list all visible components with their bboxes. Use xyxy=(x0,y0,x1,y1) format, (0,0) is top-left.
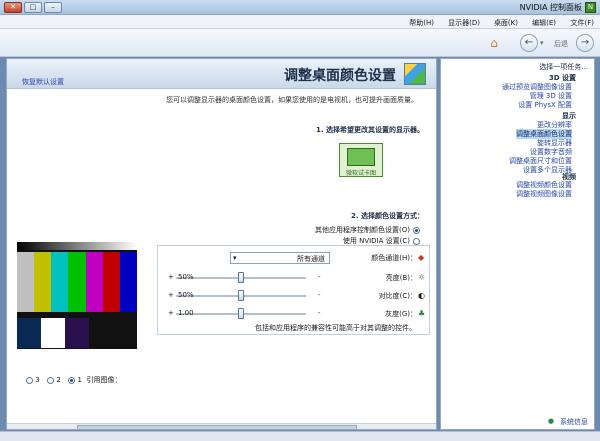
gamma-minus: - xyxy=(318,309,321,317)
system-info-link[interactable]: 系统信息 xyxy=(560,417,588,427)
radio-other-label: 其他应用程序控制颜色设置(O) xyxy=(315,226,410,234)
radio-nvidia-label: 使用 NVIDIA 设置(C) xyxy=(342,237,410,245)
contrast-icon: ◐ xyxy=(418,291,425,300)
color-settings-icon xyxy=(404,63,426,85)
gamma-plus: + xyxy=(168,309,174,317)
scroll-thumb[interactable] xyxy=(77,425,357,429)
channel-label: 颜色通道(H)： xyxy=(371,254,417,262)
color-bar xyxy=(34,252,52,312)
channel-select[interactable]: ▾ 所有通道 xyxy=(230,252,330,264)
reference-image-selector: 3 2 1 引用图像： xyxy=(23,375,121,385)
brightness-minus: - xyxy=(318,273,321,281)
contrast-label: 对比度(C)： xyxy=(378,292,417,300)
menu-desktop[interactable]: 桌面(K) xyxy=(494,18,518,28)
menu-help[interactable]: 帮助(H) xyxy=(409,18,434,28)
contrast-slider[interactable] xyxy=(176,290,306,301)
brightness-thumb[interactable] xyxy=(238,272,244,283)
title-bar: ✕ □ – NVIDIA 控制面板 N xyxy=(0,0,600,15)
gamma-icon: ♣ xyxy=(418,309,426,318)
chevron-down-icon: ▾ xyxy=(233,254,237,262)
page-header: 恢复默认设置 调整桌面颜色设置 xyxy=(7,59,436,89)
channel-value: 所有通道 xyxy=(297,255,325,263)
section-2-title: 2. 选择颜色设置方式： xyxy=(351,212,424,220)
color-bar xyxy=(85,252,103,312)
ref-radio-3[interactable] xyxy=(26,376,33,384)
restore-defaults-link[interactable]: 恢复默认设置 xyxy=(22,77,64,87)
compat-note: 包括和应用程序的兼容性可能高于对其调整的控件。 xyxy=(255,324,416,332)
bottom-patches xyxy=(17,318,137,348)
radio-nvidia-dot[interactable] xyxy=(413,237,420,245)
section-1-title: 1. 选择希望更改其设置的显示器。 xyxy=(316,126,424,134)
color-bar xyxy=(102,252,120,312)
gamma-label: 灰度(G)： xyxy=(385,310,417,318)
brightness-value: 50% xyxy=(178,273,194,281)
minimize-button[interactable]: – xyxy=(44,2,62,13)
color-bar xyxy=(68,252,86,312)
menu-file[interactable]: 文件(F) xyxy=(571,18,595,28)
menu-display[interactable]: 显示器(D) xyxy=(448,18,480,28)
back-label[interactable]: 后退 xyxy=(554,39,568,49)
sidebar-heading: 选择一项任务... xyxy=(539,63,588,71)
home-icon[interactable]: ⌂ xyxy=(486,35,502,51)
color-bar xyxy=(119,252,137,312)
ref-label-1: 1 xyxy=(77,376,83,384)
ref-radio-2[interactable] xyxy=(47,376,55,384)
gamma-value: 1.00 xyxy=(178,309,194,317)
nvidia-logo-icon: N xyxy=(585,2,596,13)
forward-button[interactable]: → xyxy=(576,34,594,52)
contrast-thumb[interactable] xyxy=(238,290,244,301)
brightness-icon: ☼ xyxy=(418,273,426,282)
sidebar-item-video-image[interactable]: 调整视频图像设置 xyxy=(516,189,572,199)
gradient-strip xyxy=(17,242,137,250)
radio-other-apps[interactable]: 其他应用程序控制颜色设置(O) xyxy=(315,225,420,235)
ref-label-3: 3 xyxy=(35,376,40,384)
reference-label: 引用图像： xyxy=(86,376,122,384)
contrast-value: 50% xyxy=(178,291,194,299)
ref-radio-1[interactable] xyxy=(68,376,76,384)
monitor-icon xyxy=(347,148,375,166)
system-info-icon: ● xyxy=(547,417,554,425)
color-bar xyxy=(51,252,69,312)
display-name: 微软试卡图 xyxy=(345,170,376,177)
gamma-thumb[interactable] xyxy=(238,308,244,319)
color-adjust-panel: ◆ 颜色通道(H)： ▾ 所有通道 ☼ 亮度(B)： - + 50% ◐ 对比度… xyxy=(157,245,430,335)
contrast-plus: + xyxy=(168,291,174,299)
color-patch xyxy=(41,318,65,348)
horizontal-scrollbar[interactable] xyxy=(7,423,436,429)
close-button[interactable]: ✕ xyxy=(4,2,22,13)
color-patch xyxy=(89,318,113,348)
brightness-label: 亮度(B)： xyxy=(385,274,417,282)
sidebar-item-physx[interactable]: 设置 PhysX 配置 xyxy=(518,100,572,110)
reference-test-image xyxy=(17,242,137,349)
back-button[interactable]: ← xyxy=(520,34,538,52)
menu-edit[interactable]: 编辑(E) xyxy=(532,18,556,28)
back-dropdown-icon[interactable]: ▾ xyxy=(540,39,544,47)
task-sidebar: 选择一项任务... 3D 设置 通过预览调整图像设置 管理 3D 设置 设置 P… xyxy=(440,58,595,430)
page-title: 调整桌面颜色设置 xyxy=(284,68,396,84)
ref-label-2: 2 xyxy=(56,376,61,384)
page-description: 您可以调整显示器的桌面颜色设置，如果您使用的是电视机，也可提升画面质量。 xyxy=(166,96,418,104)
color-patch xyxy=(17,318,41,348)
status-bar xyxy=(0,431,600,441)
maximize-button[interactable]: □ xyxy=(24,2,42,13)
contrast-minus: - xyxy=(318,291,321,299)
color-patch xyxy=(113,318,137,348)
display-selector[interactable]: 微软试卡图 xyxy=(339,143,383,177)
brightness-slider[interactable] xyxy=(176,272,306,283)
toolbar: ⌂ ← ▾ 后退 → xyxy=(0,29,600,57)
color-bars xyxy=(17,252,137,312)
menu-bar: 文件(F) 编辑(E) 桌面(K) 显示器(D) 帮助(H) xyxy=(0,15,600,29)
color-bar xyxy=(17,252,35,312)
main-panel: 恢复默认设置 调整桌面颜色设置 您可以调整显示器的桌面颜色设置，如果您使用的是电… xyxy=(6,58,437,430)
color-patch xyxy=(65,318,89,348)
radio-other-dot[interactable] xyxy=(413,226,420,234)
brightness-plus: + xyxy=(168,273,174,281)
window-title: NVIDIA 控制面板 xyxy=(519,3,582,12)
channel-icon: ◆ xyxy=(418,253,425,262)
gamma-slider[interactable] xyxy=(176,308,306,319)
